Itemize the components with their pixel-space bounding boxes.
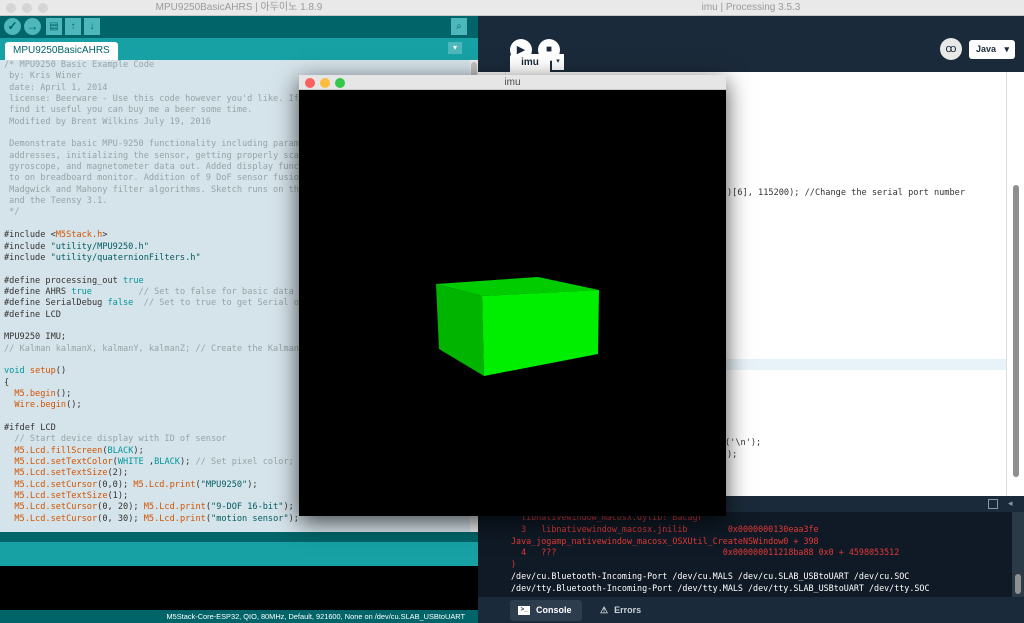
tab-console[interactable]: >_ Console xyxy=(510,600,582,621)
imu-titlebar: imu xyxy=(299,75,726,90)
maximize-icon[interactable] xyxy=(335,78,345,88)
terminal-icon: >_ xyxy=(518,606,530,616)
processing-console: libnativewindow_macosx.dylib: Bacagr 3 l… xyxy=(478,512,1024,597)
minimize-icon[interactable] xyxy=(320,78,330,88)
new-sketch-button[interactable]: ▤ xyxy=(46,18,62,35)
magnifier-icon: ⌕ xyxy=(456,21,462,32)
scrollbar-thumb[interactable] xyxy=(1015,574,1021,594)
close-icon[interactable] xyxy=(6,3,16,13)
upload-button[interactable]: → xyxy=(24,18,41,35)
chevron-down-icon: ▾ xyxy=(452,43,457,52)
arrow-down-icon: ↓ xyxy=(89,21,95,32)
open-sketch-button[interactable]: ↑ xyxy=(65,18,81,35)
console-scrollbar[interactable] xyxy=(1012,512,1024,597)
arduino-console xyxy=(0,566,478,610)
tab-menu-button[interactable]: ▾ xyxy=(448,42,462,54)
mode-selector[interactable]: Java ▾ xyxy=(969,40,1015,59)
chevron-down-icon: ▾ xyxy=(1004,44,1009,54)
minimize-icon[interactable] xyxy=(22,3,32,13)
tab-imu[interactable]: imu xyxy=(510,54,550,72)
tab-errors-label: Errors xyxy=(614,605,642,615)
arrow-up-icon: ↑ xyxy=(70,21,76,32)
arduino-status-bar: M5Stack-Core-ESP32, QIO, 80MHz, Default,… xyxy=(0,610,478,623)
close-icon[interactable] xyxy=(305,78,315,88)
console-line: 3 libnativewindow_macosx.jnilib 0x000000… xyxy=(511,523,819,534)
processing-window-title: imu | Processing 3.5.3 xyxy=(701,2,801,13)
save-sketch-button[interactable]: ↓ xyxy=(84,18,100,35)
arrow-right-icon: → xyxy=(26,19,39,33)
tab-console-label: Console xyxy=(536,605,572,615)
imu-sketch-window[interactable]: imu xyxy=(299,75,726,516)
butterfly-icon: ꝏ xyxy=(945,43,957,55)
tab-errors[interactable]: ⚠ Errors xyxy=(592,600,664,621)
console-footer: >_ Console ⚠ Errors xyxy=(478,597,1024,623)
box-front-face xyxy=(482,290,599,376)
checkmark-icon: ✓ xyxy=(7,19,18,33)
maximize-icon[interactable] xyxy=(38,3,48,13)
chevron-down-icon: ▾ xyxy=(556,58,560,65)
mode-label: Java xyxy=(976,44,997,54)
processing-titlebar: imu | Processing 3.5.3 xyxy=(478,0,1024,16)
console-line: /dev/tty.Bluetooth-Incoming-Port /dev/tt… xyxy=(511,582,930,593)
arduino-tabbar: MPU9250BasicAHRS ▾ xyxy=(0,38,478,60)
arduino-window-title: MPU9250BasicAHRS | 아두이노 1.8.9 xyxy=(155,2,323,13)
imu-3d-canvas xyxy=(436,277,599,376)
collapse-icon[interactable]: ◂ xyxy=(1008,498,1013,509)
editor-console-divider[interactable] xyxy=(0,532,478,542)
code-line: ('\n'); xyxy=(725,438,762,448)
console-line: ) xyxy=(511,559,517,570)
console-line: /dev/cu.Bluetooth-Incoming-Port /dev/cu.… xyxy=(511,570,910,581)
debugger-button[interactable]: ꝏ xyxy=(940,38,962,60)
new-file-icon: ▤ xyxy=(49,21,59,32)
tab-menu-button[interactable]: ▾ xyxy=(552,54,564,70)
box-side-face xyxy=(436,284,484,376)
code-line: /* MPU9250 Basic Example Code xyxy=(4,60,155,70)
arduino-toolbar: ✓ → ▤ ↑ ↓ ⌕ xyxy=(0,16,478,38)
console-line: 4 ??? 0x000000011218ba88 0x0 + 459805351… xyxy=(511,547,900,558)
console-line: Java_jogamp_nativewindow_macosx_OSXUtil_… xyxy=(511,535,819,546)
warning-icon: ⚠ xyxy=(600,605,609,615)
imu-window-title: imu xyxy=(504,77,521,88)
verify-button[interactable]: ✓ xyxy=(4,18,21,35)
processing-editor-scrollbar[interactable] xyxy=(1006,72,1024,496)
arduino-message-bar xyxy=(0,542,478,566)
copy-icon[interactable] xyxy=(988,499,998,509)
code-line: )[6], 115200); //Change the serial port … xyxy=(727,188,965,198)
tab-mpu9250basicahrs[interactable]: MPU9250BasicAHRS xyxy=(5,42,118,60)
code-line: ); xyxy=(727,450,738,460)
serial-monitor-button[interactable]: ⌕ xyxy=(451,18,467,35)
scrollbar-thumb[interactable] xyxy=(1013,185,1019,477)
arduino-titlebar: MPU9250BasicAHRS | 아두이노 1.8.9 xyxy=(0,0,478,16)
